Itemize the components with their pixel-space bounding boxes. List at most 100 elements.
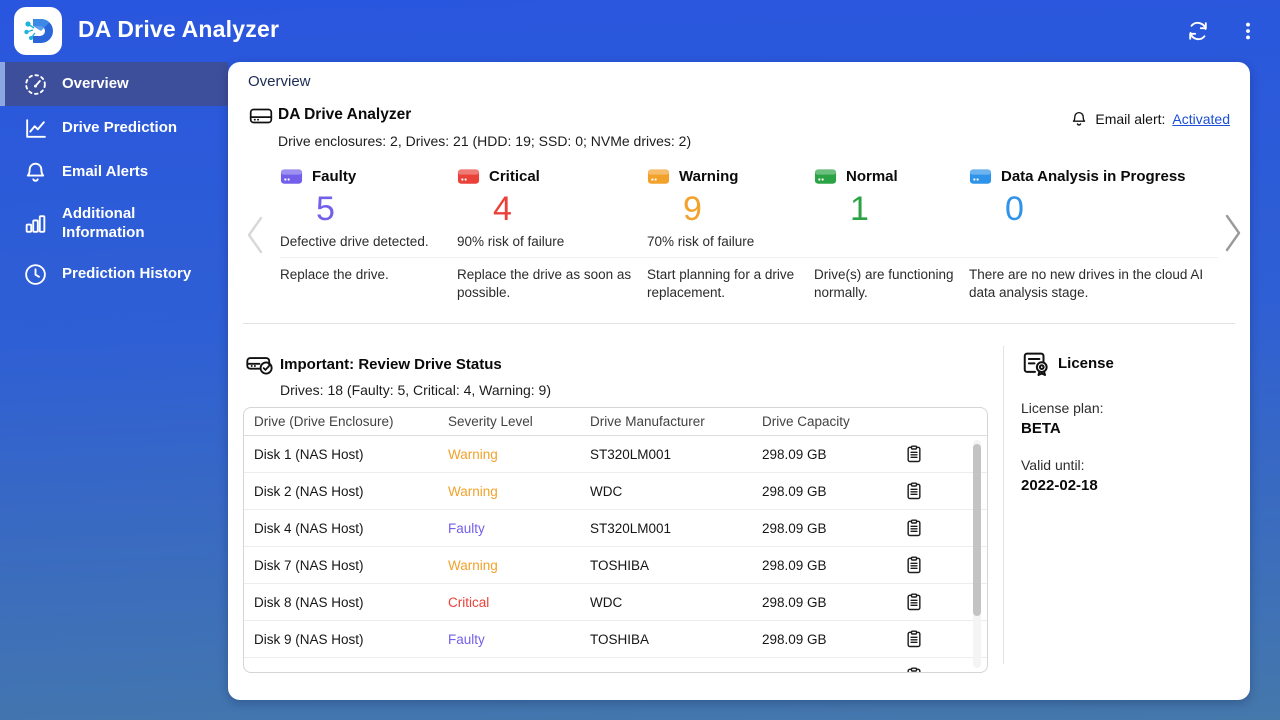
breadcrumb: Overview — [248, 73, 311, 90]
app-logo — [14, 7, 62, 55]
app-header: DA Drive Analyzer — [0, 0, 1280, 62]
summary-title: DA Drive Analyzer — [278, 106, 412, 123]
drive-cell: Disk 8 (NAS Host) — [254, 594, 364, 610]
column-header: Drive Manufacturer — [590, 414, 705, 429]
sidebar-item-email-alerts[interactable]: Email Alerts — [0, 150, 228, 194]
status-card-label: Warning — [679, 168, 739, 185]
review-title: Important: Review Drive Status — [280, 356, 502, 373]
license-plan-value: BETA — [1021, 420, 1061, 437]
sidebar-item-overview[interactable]: Overview — [0, 62, 228, 106]
column-header: Severity Level — [448, 414, 533, 429]
drive-status-icon — [647, 168, 670, 185]
sidebar-item-label: Drive Prediction — [62, 119, 178, 137]
sidebar-item-label: Email Alerts — [62, 163, 149, 181]
sidebar-item-label: Prediction History — [62, 265, 192, 283]
copy-details-button[interactable] — [904, 628, 926, 650]
gauge-icon — [22, 71, 48, 97]
drive-status-icon — [280, 168, 303, 185]
column-header: Drive (Drive Enclosure) — [254, 414, 394, 429]
table-row[interactable]: Disk 7 (NAS Host) Warning TOSHIBA 298.09… — [244, 547, 987, 584]
sidebar-item-prediction-history[interactable]: Prediction History — [0, 252, 228, 296]
manufacturer-cell: TOSHIBA — [590, 557, 650, 573]
severity-cell: Critical — [448, 594, 490, 610]
license-valid-value: 2022-02-18 — [1021, 477, 1098, 494]
refresh-button[interactable] — [1184, 17, 1212, 45]
da-logo-icon — [24, 18, 53, 43]
status-card-desc2: Replace the drive. — [280, 267, 389, 282]
chevron-right-icon — [1225, 214, 1241, 252]
sidebar-item-additional-information[interactable]: Additional Information — [0, 194, 228, 252]
more-menu-button[interactable] — [1234, 17, 1262, 45]
status-card-desc2: There are no new drives in the cloud AI … — [969, 267, 1204, 301]
severity-cell: Warning — [448, 557, 498, 573]
status-card-label: Faulty — [312, 168, 357, 185]
copy-details-button[interactable] — [904, 517, 926, 539]
bar-chart-icon — [22, 210, 48, 236]
severity-cell: Faulty — [448, 631, 485, 647]
capacity-cell: 298.09 GB — [762, 446, 827, 462]
status-card-desc2: Replace the drive as soon as possible. — [457, 267, 632, 301]
drive-status-icon — [457, 168, 480, 185]
table-header-row: Drive (Drive Enclosure) Severity Level D… — [244, 408, 987, 436]
drive-cell: Disk 1 (NAS Host) — [254, 446, 364, 462]
license-divider — [1003, 346, 1004, 664]
section-divider — [243, 323, 1235, 324]
table-row[interactable]: Disk 9 (NAS Host) Faulty TOSHIBA 298.09 … — [244, 621, 987, 658]
sidebar-item-drive-prediction[interactable]: Drive Prediction — [0, 106, 228, 150]
email-alert-status: Email alert: Activated — [1070, 110, 1230, 128]
bell-icon — [1073, 111, 1086, 126]
sidebar: Overview Drive Prediction Email Alerts A… — [0, 62, 228, 296]
capacity-cell: 298.09 GB — [762, 520, 827, 536]
status-cards: Faulty 5 Defective drive detected. Repla… — [280, 166, 1218, 311]
capacity-cell: 298.09 GB — [762, 557, 827, 573]
severity-cell: Warning — [448, 483, 498, 499]
copy-details-button[interactable] — [904, 480, 926, 502]
content-panel: Overview DA Drive Analyzer Drive enclosu… — [228, 62, 1250, 700]
drive-status-icon — [814, 168, 837, 185]
drive-cell: Disk 4 (NAS Host) — [254, 520, 364, 536]
email-alert-label: Email alert: — [1095, 111, 1166, 127]
table-row[interactable]: Disk 4 (NAS Host) Faulty ST320LM001 298.… — [244, 510, 987, 547]
table-row[interactable]: Disk 1 (NAS Host) Warning ST320LM001 298… — [244, 436, 987, 473]
drive-check-icon — [245, 351, 275, 379]
manufacturer-cell: WDC — [590, 594, 623, 610]
status-card-warning: Warning 9 70% risk of failure Start plan… — [647, 166, 814, 311]
severity-cell: Warning — [448, 446, 498, 462]
status-card-count: 4 — [493, 190, 512, 228]
status-card-critical: Critical 4 90% risk of failure Replace t… — [457, 166, 647, 311]
table-row-partial[interactable] — [244, 658, 987, 672]
clock-icon — [22, 261, 48, 287]
drive-table: Drive (Drive Enclosure) Severity Level D… — [243, 407, 988, 673]
status-card-count: 0 — [1005, 190, 1024, 228]
cards-row-divider — [280, 257, 1218, 258]
refresh-icon — [1189, 21, 1207, 41]
carousel-next-button[interactable] — [1220, 210, 1246, 256]
status-card-desc1: 70% risk of failure — [647, 234, 755, 249]
sidebar-item-label: Additional Information — [62, 204, 145, 242]
summary-subtitle: Drive enclosures: 2, Drives: 21 (HDD: 19… — [278, 133, 692, 149]
capacity-cell: 298.09 GB — [762, 631, 827, 647]
kebab-menu-icon — [1246, 22, 1250, 40]
carousel-prev-button[interactable] — [242, 212, 268, 258]
status-card-count: 5 — [316, 190, 335, 228]
copy-details-button[interactable] — [904, 554, 926, 576]
copy-details-button[interactable] — [904, 591, 926, 613]
status-card-count: 9 — [683, 190, 702, 228]
line-chart-icon — [22, 115, 48, 141]
bell-icon — [22, 159, 48, 185]
license-valid-label: Valid until: — [1021, 457, 1085, 473]
severity-cell: Faulty — [448, 520, 485, 536]
app-title: DA Drive Analyzer — [78, 16, 280, 42]
drive-cell: Disk 7 (NAS Host) — [254, 557, 364, 573]
table-scrollbar-thumb[interactable] — [973, 444, 981, 616]
email-alert-activated-link[interactable]: Activated — [1172, 111, 1230, 127]
manufacturer-cell: WDC — [590, 483, 623, 499]
table-row[interactable]: Disk 8 (NAS Host) Critical WDC 298.09 GB — [244, 584, 987, 621]
column-header: Drive Capacity — [762, 414, 850, 429]
copy-details-button[interactable] — [904, 443, 926, 465]
status-card-data-analysis: Data Analysis in Progress 0 There are no… — [969, 166, 1218, 311]
copy-details-button[interactable] — [904, 665, 926, 672]
table-row[interactable]: Disk 2 (NAS Host) Warning WDC 298.09 GB — [244, 473, 987, 510]
capacity-cell: 298.09 GB — [762, 483, 827, 499]
sidebar-item-label: Overview — [62, 75, 129, 93]
